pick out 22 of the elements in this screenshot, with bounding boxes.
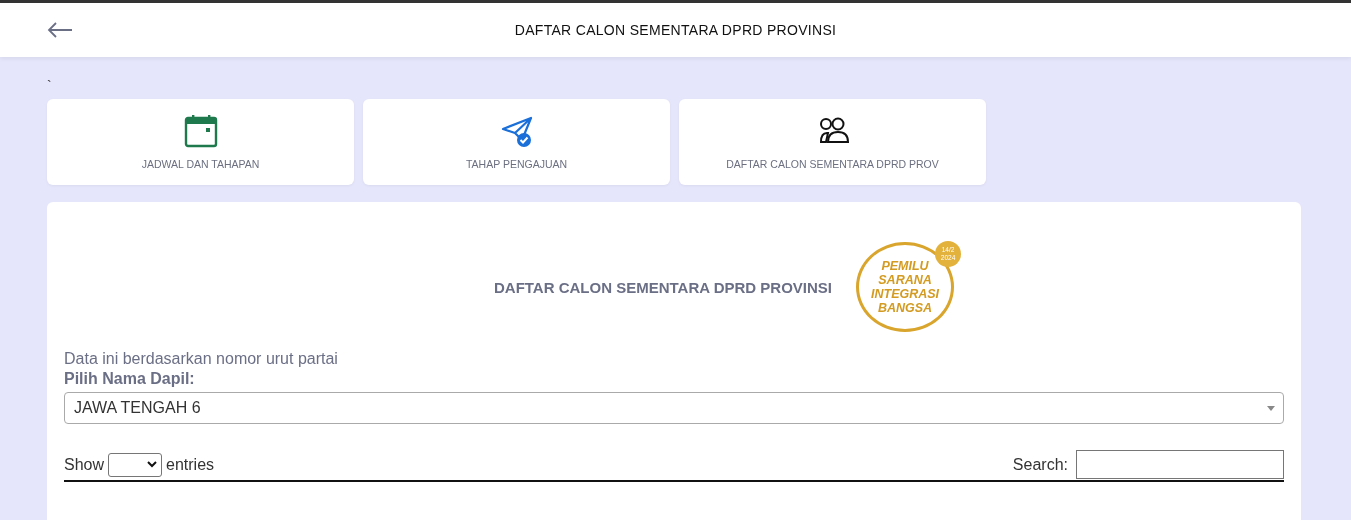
- paper-plane-check-icon: [499, 114, 534, 148]
- show-label: Show: [64, 455, 105, 474]
- dapil-select[interactable]: JAWA TENGAH 6: [64, 392, 1284, 424]
- entries-select[interactable]: [108, 452, 163, 477]
- card-label: TAHAP PENGAJUAN: [465, 158, 568, 170]
- note-text: `: [47, 77, 52, 95]
- menu-card[interactable]: JADWAL DAN TAHAPAN: [47, 99, 354, 185]
- calendar-icon: [183, 114, 218, 148]
- back-arrow-icon[interactable]: [47, 22, 73, 38]
- info-text: Data ini berdasarkan nomor urut partai: [64, 350, 339, 368]
- panel-title: DAFTAR CALON SEMENTARA DPRD PROVINSI: [493, 278, 833, 296]
- search-field[interactable]: [1076, 450, 1284, 479]
- dropdown-caret-icon: [1267, 405, 1275, 411]
- menu-card[interactable]: TAHAP PENGAJUAN: [363, 99, 670, 185]
- dapil-label: Pilih Nama Dapil:: [64, 370, 196, 388]
- page-title: DAFTAR CALON SEMENTARA DPRD PROVINSI: [514, 22, 837, 38]
- card-label: DAFTAR CALON SEMENTARA DPRD PROV: [726, 158, 939, 170]
- chevron-down-icon: [147, 461, 158, 468]
- entries-label: entries: [166, 455, 215, 474]
- menu-card[interactable]: DAFTAR CALON SEMENTARA DPRD PROV: [679, 99, 986, 185]
- search-label: Search:: [1012, 455, 1068, 474]
- card-label: JADWAL DAN TAHAPAN: [141, 158, 260, 170]
